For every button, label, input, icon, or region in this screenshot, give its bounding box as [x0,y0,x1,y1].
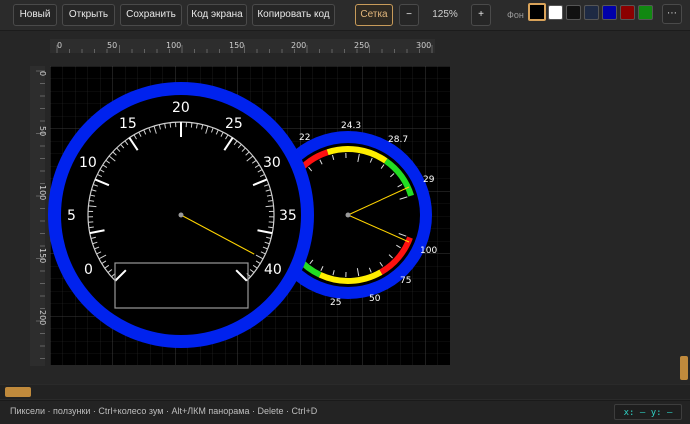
cursor-coordinates: x: — y: — [614,404,682,420]
zoom-level: 125% [426,4,464,26]
small-gauge-top-label: 28.7 [388,135,408,145]
large-gauge-label: 5 [67,208,76,224]
vertical-scroll-thumb[interactable] [680,356,688,380]
small-gauge-bottom-label: 50 [369,294,381,304]
bg-swatch-green[interactable] [638,5,653,20]
large-gauge-tick [170,123,171,128]
new-button[interactable]: Новый [13,4,57,26]
large-gauge-label: 40 [264,262,282,278]
open-button[interactable]: Открыть [62,4,115,26]
ruler-x-label: 0 [57,41,62,50]
ruler-x-label: 200 [291,41,306,50]
large-gauge-tick [89,227,94,228]
small-gauge-bottom-label: 25 [330,298,341,308]
large-gauge-label: 15 [119,116,137,132]
large-gauge-label: 25 [225,116,243,132]
screen-code-button[interactable]: Код экрана [187,4,247,26]
ruler-x-label: 100 [166,41,181,50]
large-gauge-label: 0 [84,262,93,278]
copy-code-button[interactable]: Копировать код [252,4,335,26]
large-gauge-tick [268,227,273,228]
bg-swatch-dark-gray[interactable] [566,5,581,20]
ruler-x-label: 250 [354,41,369,50]
small-gauge-top-label: 24.3 [341,121,361,131]
large-gauge-label: 10 [79,155,97,171]
small-gauge-bottom-label: 75 [400,276,411,286]
large-gauge-label: 20 [172,100,190,116]
ruler-y-label: 100 [38,185,47,200]
background-label: Фон [507,4,524,26]
small-gauge-bottom-label: 100 [420,246,437,256]
canvas-svg: 0 50 100 150 200 250 300 0 50 100 150 20… [0,31,690,384]
zoom-in-button[interactable]: + [471,4,491,26]
toolbar: Новый Открыть Сохранить Код экрана Копир… [0,0,690,31]
bg-swatch-red[interactable] [620,5,635,20]
horizontal-scroll-thumb[interactable] [5,387,31,397]
save-button[interactable]: Сохранить [120,4,182,26]
more-options-button[interactable]: ⋯ [662,4,682,24]
bg-swatch-blue[interactable] [602,5,617,20]
ruler-x-label: 300 [416,41,431,50]
status-hint: Пиксели · ползунки · Ctrl+колесо зум · A… [10,406,317,416]
large-gauge-hub [179,213,184,218]
ruler-y-label: 0 [38,71,47,76]
large-gauge-tick [191,123,192,128]
canvas-area[interactable]: 0 50 100 150 200 250 300 0 50 100 150 20… [0,31,690,384]
bg-swatch-black[interactable] [528,3,546,21]
small-gauge-top-label: 22 [299,133,310,143]
large-gauge[interactable]: 0 5 10 15 20 25 30 35 40 [48,82,314,348]
ruler-x-label: 50 [107,41,117,50]
ruler-y-label: 150 [38,248,47,263]
large-gauge-label: 30 [263,155,281,171]
ruler-x-label: 150 [229,41,244,50]
status-bar: Пиксели · ползунки · Ctrl+колесо зум · A… [0,400,690,424]
ruler-y-label: 200 [38,310,47,325]
horizontal-scrollbar[interactable] [0,385,690,399]
grid-toggle-button[interactable]: Сетка [355,4,393,26]
small-gauge-hub [346,213,351,218]
zoom-out-button[interactable]: − [399,4,419,26]
large-gauge-label: 35 [279,208,297,224]
bg-swatch-white[interactable] [548,5,563,20]
small-gauge-top-label: 29 [423,175,435,185]
ruler-y-label: 50 [38,126,47,136]
bg-swatch-navy[interactable] [584,5,599,20]
